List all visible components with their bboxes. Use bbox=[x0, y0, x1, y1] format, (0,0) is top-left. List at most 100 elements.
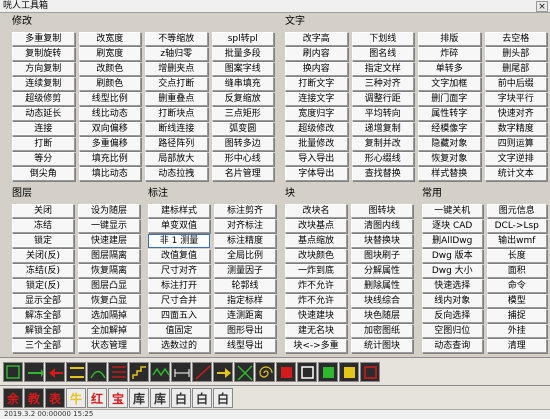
common-button-16[interactable]: 空图归位 bbox=[422, 324, 483, 338]
text-button-28[interactable]: 批量修改 bbox=[285, 137, 348, 151]
block-button-1[interactable]: 图转块 bbox=[351, 204, 413, 218]
text-button-35[interactable]: 文字逆排 bbox=[484, 152, 547, 166]
common-button-4[interactable]: 删AllDwg bbox=[422, 234, 483, 248]
quick-tool-4[interactable]: 红 bbox=[87, 387, 107, 408]
modify-button-10[interactable]: 增删夹点 bbox=[145, 62, 208, 76]
modify-button-0[interactable]: 多重复制 bbox=[12, 32, 75, 46]
arrow-left-icon[interactable] bbox=[45, 361, 65, 382]
annotate-button-18[interactable]: 选数过的 bbox=[148, 339, 210, 353]
common-button-2[interactable]: 逐块 CAD bbox=[422, 219, 483, 233]
common-button-7[interactable]: 长度 bbox=[486, 249, 547, 263]
modify-button-13[interactable]: 刷颜色 bbox=[78, 77, 141, 91]
quick-tool-6[interactable]: 库 bbox=[129, 387, 149, 408]
block-button-18[interactable]: 块<->多重 bbox=[285, 339, 347, 353]
block-button-6[interactable]: 改块颜色 bbox=[285, 249, 347, 263]
text-button-34[interactable]: 恢复对象 bbox=[418, 152, 481, 166]
bar-icon[interactable] bbox=[66, 361, 86, 382]
common-button-9[interactable]: 面积 bbox=[486, 264, 547, 278]
modify-button-18[interactable]: 删重叠点 bbox=[145, 92, 208, 106]
coord-icon[interactable] bbox=[3, 361, 23, 382]
text-button-37[interactable]: 查找替换 bbox=[351, 167, 414, 181]
common-button-17[interactable]: 外挂 bbox=[486, 324, 547, 338]
modify-button-31[interactable]: 图转多边 bbox=[211, 137, 274, 151]
layer-button-2[interactable]: 冻结 bbox=[12, 219, 74, 233]
layer-button-9[interactable]: 恢复隔离 bbox=[78, 264, 140, 278]
modify-button-17[interactable]: 线型比例 bbox=[78, 92, 141, 106]
annotate-button-15[interactable]: 连测距离 bbox=[214, 309, 276, 323]
modify-button-37[interactable]: 填比动态 bbox=[78, 167, 141, 181]
layer-button-17[interactable]: 全加解掉 bbox=[78, 324, 140, 338]
text-button-17[interactable]: 调整行距 bbox=[351, 92, 414, 106]
annotate-button-16[interactable]: 值固定 bbox=[148, 324, 210, 338]
modify-button-16[interactable]: 超级修剪 bbox=[12, 92, 75, 106]
text-button-23[interactable]: 快速对齐 bbox=[484, 107, 547, 121]
text-button-19[interactable]: 字块平行 bbox=[484, 92, 547, 106]
block-button-7[interactable]: 图块刷子 bbox=[351, 249, 413, 263]
modify-button-11[interactable]: 图案字线 bbox=[211, 62, 274, 76]
common-button-11[interactable]: 命令 bbox=[486, 279, 547, 293]
block-button-13[interactable]: 块线综合 bbox=[351, 294, 413, 308]
modify-button-2[interactable]: 不等缩放 bbox=[145, 32, 208, 46]
layer-button-3[interactable]: 一键显示 bbox=[78, 219, 140, 233]
text-button-25[interactable]: 递增复制 bbox=[351, 122, 414, 136]
text-button-5[interactable]: 图名线 bbox=[351, 47, 414, 61]
text-button-7[interactable]: 删头部 bbox=[484, 47, 547, 61]
text-button-26[interactable]: 经模像字 bbox=[418, 122, 481, 136]
common-button-0[interactable]: 一键关机 bbox=[422, 204, 483, 218]
stairs-icon[interactable] bbox=[129, 361, 149, 382]
sq-icon[interactable] bbox=[318, 361, 338, 382]
text-button-10[interactable]: 单转多 bbox=[418, 62, 481, 76]
block-button-16[interactable]: 建无名块 bbox=[285, 324, 347, 338]
text-button-21[interactable]: 平均转向 bbox=[351, 107, 414, 121]
annotate-button-3[interactable]: 对齐标注 bbox=[214, 219, 276, 233]
block-button-9[interactable]: 分解属性 bbox=[351, 264, 413, 278]
dim-icon[interactable] bbox=[171, 361, 191, 382]
line-icon[interactable] bbox=[192, 361, 212, 382]
modify-button-6[interactable]: z轴归零 bbox=[145, 47, 208, 61]
text-button-13[interactable]: 三种对齐 bbox=[351, 77, 414, 91]
common-button-12[interactable]: 线内对象 bbox=[422, 294, 483, 308]
block-button-0[interactable]: 改块名 bbox=[285, 204, 347, 218]
common-button-14[interactable]: 反向选择 bbox=[422, 309, 483, 323]
modify-button-26[interactable]: 断线连接 bbox=[145, 122, 208, 136]
zigzag-icon[interactable] bbox=[150, 361, 170, 382]
quick-tool-2[interactable]: 表 bbox=[45, 387, 65, 408]
sq-icon[interactable] bbox=[360, 361, 380, 382]
common-button-6[interactable]: Dwg 版本 bbox=[422, 249, 483, 263]
layer-button-10[interactable]: 锁定(反) bbox=[12, 279, 74, 293]
text-button-24[interactable]: 超级修改 bbox=[285, 122, 348, 136]
arrow-bar-icon[interactable] bbox=[24, 361, 44, 382]
text-button-36[interactable]: 字体导出 bbox=[285, 167, 348, 181]
text-button-27[interactable]: 数字精度 bbox=[484, 122, 547, 136]
text-button-3[interactable]: 去空格 bbox=[484, 32, 547, 46]
text-button-31[interactable]: 四则运算 bbox=[484, 137, 547, 151]
quick-tool-10[interactable]: 白 bbox=[213, 387, 233, 408]
grid-icon[interactable] bbox=[108, 361, 128, 382]
text-button-38[interactable]: 样式替换 bbox=[418, 167, 481, 181]
annotate-button-12[interactable]: 尺寸合并 bbox=[148, 294, 210, 308]
layer-button-16[interactable]: 解锁全部 bbox=[12, 324, 74, 338]
common-button-1[interactable]: 图元信息 bbox=[486, 204, 547, 218]
quick-tool-8[interactable]: 白 bbox=[171, 387, 191, 408]
annotate-button-19[interactable]: 线型导出 bbox=[214, 339, 276, 353]
annotate-button-11[interactable]: 轮郭线 bbox=[214, 279, 276, 293]
layer-button-15[interactable]: 选加隔掉 bbox=[78, 309, 140, 323]
common-button-19[interactable]: 清理 bbox=[486, 339, 547, 353]
modify-button-7[interactable]: 批量多段 bbox=[211, 47, 274, 61]
sq-icon[interactable] bbox=[276, 361, 296, 382]
text-button-2[interactable]: 排版 bbox=[418, 32, 481, 46]
text-button-18[interactable]: 删门面字 bbox=[418, 92, 481, 106]
text-button-14[interactable]: 文字加框 bbox=[418, 77, 481, 91]
modify-button-9[interactable]: 改颜色 bbox=[78, 62, 141, 76]
layer-button-0[interactable]: 关闭 bbox=[12, 204, 74, 218]
annotate-button-8[interactable]: 尺寸对齐 bbox=[148, 264, 210, 278]
modify-button-3[interactable]: spl转pl bbox=[211, 32, 274, 46]
modify-button-19[interactable]: 反复缩放 bbox=[211, 92, 274, 106]
quick-tool-7[interactable]: 库 bbox=[150, 387, 170, 408]
layer-button-19[interactable]: 状态管理 bbox=[78, 339, 140, 353]
layer-button-11[interactable]: 图层凸显 bbox=[78, 279, 140, 293]
quick-tool-0[interactable]: 余 bbox=[3, 387, 23, 408]
close-button[interactable]: × bbox=[536, 1, 548, 12]
layer-button-18[interactable]: 三个全部 bbox=[12, 339, 74, 353]
common-button-15[interactable]: 捕捉 bbox=[486, 309, 547, 323]
